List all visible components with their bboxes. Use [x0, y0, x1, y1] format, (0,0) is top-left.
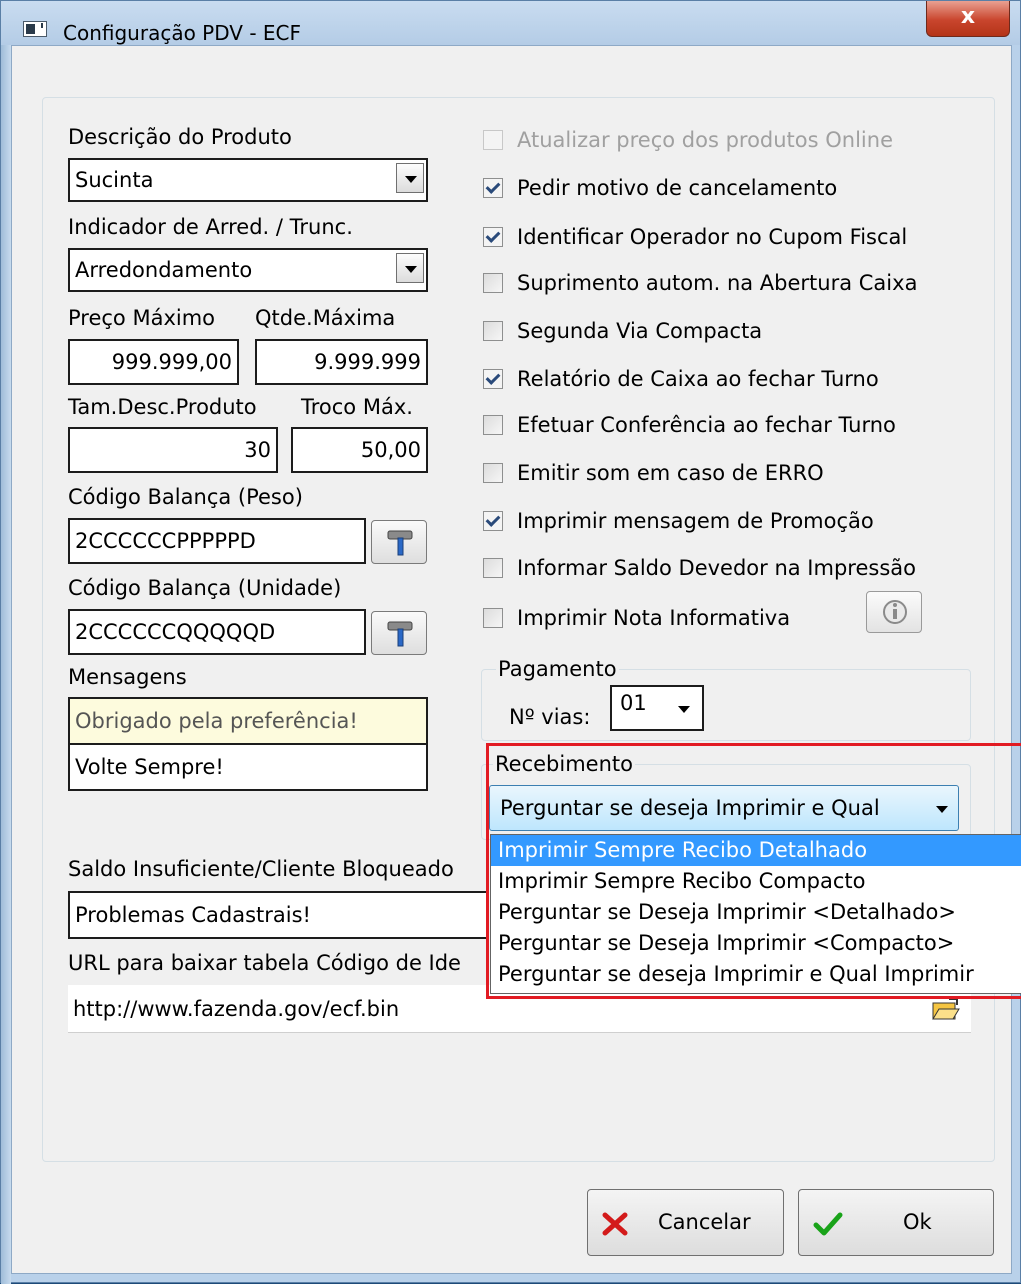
balanca-peso-config-button[interactable]	[371, 520, 427, 564]
info-icon	[883, 600, 907, 624]
checkbox[interactable]	[483, 415, 503, 435]
option-label: Imprimir mensagem de Promoção	[517, 509, 874, 533]
cancel-button[interactable]: Cancelar	[587, 1189, 784, 1256]
config-window: Configuração PDV - ECF x Descrição do Pr…	[0, 0, 1021, 1284]
indicador-label: Indicador de Arred. / Trunc.	[68, 215, 353, 239]
checkbox-checked[interactable]	[483, 511, 503, 531]
chevron-down-icon	[678, 706, 690, 713]
hammer-icon	[387, 530, 413, 556]
checkbox-checked[interactable]	[483, 227, 503, 247]
mensagens-label: Mensagens	[68, 665, 187, 689]
saldo-input[interactable]: Problemas Cadastrais!	[68, 891, 488, 939]
option-segunda-via-compacta[interactable]: Segunda Via Compacta	[483, 317, 762, 345]
folder-open-icon[interactable]	[931, 997, 961, 1023]
option-informar-saldo-devedor[interactable]: Informar Saldo Devedor na Impressão	[483, 554, 916, 582]
balanca-unidade-label: Código Balança (Unidade)	[68, 576, 342, 600]
qtde-maxima-value: 9.999.999	[314, 350, 421, 374]
checkbox-checked[interactable]	[483, 178, 503, 198]
descricao-select[interactable]: Sucinta	[68, 158, 428, 202]
annotation-highlight	[486, 743, 1021, 999]
option-label: Pedir motivo de cancelamento	[517, 176, 838, 200]
option-label: Atualizar preço dos produtos Online	[517, 128, 893, 152]
troco-max-value: 50,00	[360, 438, 421, 462]
checkbox[interactable]	[483, 273, 503, 293]
checkbox[interactable]	[483, 608, 503, 628]
saldo-value: Problemas Cadastrais!	[75, 903, 311, 927]
chevron-down-icon[interactable]	[396, 253, 424, 283]
checkbox[interactable]	[483, 463, 503, 483]
pagamento-title: Pagamento	[496, 657, 619, 681]
tam-desc-input[interactable]: 30	[68, 427, 278, 473]
option-relatorio-caixa[interactable]: Relatório de Caixa ao fechar Turno	[483, 365, 879, 393]
title-bar[interactable]: Configuração PDV - ECF x	[1, 1, 1020, 45]
ok-label: Ok	[903, 1210, 932, 1234]
mensagem-2-input[interactable]: Volte Sempre!	[70, 745, 426, 789]
descricao-value: Sucinta	[75, 168, 154, 192]
option-atualizar-preco-online[interactable]: Atualizar preço dos produtos Online	[483, 126, 893, 154]
option-label: Emitir som em caso de ERRO	[517, 461, 824, 485]
option-imprimir-nota-informativa[interactable]: Imprimir Nota Informativa	[483, 604, 790, 632]
preco-maximo-label: Preço Máximo	[68, 306, 216, 330]
option-label: Informar Saldo Devedor na Impressão	[517, 556, 916, 580]
balanca-unidade-value: 2CCCCCCQQQQQD	[75, 620, 276, 644]
vias-value: 01	[620, 691, 647, 715]
checkbox[interactable]	[483, 558, 503, 578]
cancel-label: Cancelar	[658, 1210, 751, 1234]
qtde-maxima-label: Qtde.Máxima	[255, 306, 396, 330]
vias-select[interactable]: 01	[610, 685, 704, 731]
balanca-peso-value: 2CCCCCCPPPPPD	[75, 529, 256, 553]
ok-button[interactable]: Ok	[798, 1189, 994, 1256]
option-label: Suprimento autom. na Abertura Caixa	[517, 271, 918, 295]
mensagens-box: Obrigado pela preferência! Volte Sempre!	[68, 697, 428, 791]
balanca-unidade-config-button[interactable]	[371, 611, 427, 655]
check-icon	[813, 1212, 843, 1236]
balanca-unidade-input[interactable]: 2CCCCCCQQQQQD	[68, 609, 366, 655]
qtde-maxima-input[interactable]: 9.999.999	[255, 339, 428, 385]
balanca-peso-input[interactable]: 2CCCCCCPPPPPD	[68, 518, 366, 564]
option-label: Relatório de Caixa ao fechar Turno	[517, 367, 879, 391]
option-imprimir-mensagem-promocao[interactable]: Imprimir mensagem de Promoção	[483, 507, 874, 535]
app-window-icon	[23, 21, 47, 37]
option-efetuar-conferencia[interactable]: Efetuar Conferência ao fechar Turno	[483, 411, 896, 439]
cross-icon	[602, 1212, 628, 1236]
indicador-select[interactable]: Arredondamento	[68, 248, 428, 292]
nota-informativa-info-button[interactable]	[866, 591, 922, 633]
url-label: URL para baixar tabela Código de Ide	[68, 951, 461, 975]
option-label: Segunda Via Compacta	[517, 319, 763, 343]
troco-max-input[interactable]: 50,00	[291, 427, 428, 473]
option-emitir-som-erro[interactable]: Emitir som em caso de ERRO	[483, 459, 824, 487]
indicador-value: Arredondamento	[75, 258, 253, 282]
preco-maximo-input[interactable]: 999.999,00	[68, 339, 239, 385]
option-suprimento-automatico[interactable]: Suprimento autom. na Abertura Caixa	[483, 269, 917, 297]
checkbox[interactable]	[483, 321, 503, 341]
window-title: Configuração PDV - ECF	[63, 21, 301, 45]
mensagem-1-input[interactable]: Obrigado pela preferência!	[70, 699, 426, 745]
option-pedir-motivo-cancelamento[interactable]: Pedir motivo de cancelamento	[483, 174, 837, 202]
checkbox-checked[interactable]	[483, 369, 503, 389]
preco-maximo-value: 999.999,00	[111, 350, 232, 374]
vias-label: Nº vias:	[509, 705, 591, 729]
balanca-peso-label: Código Balança (Peso)	[68, 485, 303, 509]
checkbox[interactable]	[483, 130, 503, 150]
tam-desc-label: Tam.Desc.Produto	[68, 395, 257, 419]
window-frame-left	[1, 45, 11, 1284]
option-label: Imprimir Nota Informativa	[517, 606, 791, 630]
option-label: Identificar Operador no Cupom Fiscal	[517, 225, 908, 249]
troco-max-label: Troco Máx.	[301, 395, 413, 419]
option-identificar-operador[interactable]: Identificar Operador no Cupom Fiscal	[483, 223, 907, 251]
chevron-down-icon[interactable]	[396, 163, 424, 193]
descricao-label: Descrição do Produto	[68, 125, 292, 149]
saldo-label: Saldo Insuficiente/Cliente Bloqueado	[68, 857, 454, 881]
close-button[interactable]: x	[926, 1, 1010, 37]
hammer-icon	[387, 621, 413, 647]
tam-desc-value: 30	[244, 438, 271, 462]
option-label: Efetuar Conferência ao fechar Turno	[517, 413, 896, 437]
url-value: http://www.fazenda.gov/ecf.bin	[73, 996, 400, 1021]
